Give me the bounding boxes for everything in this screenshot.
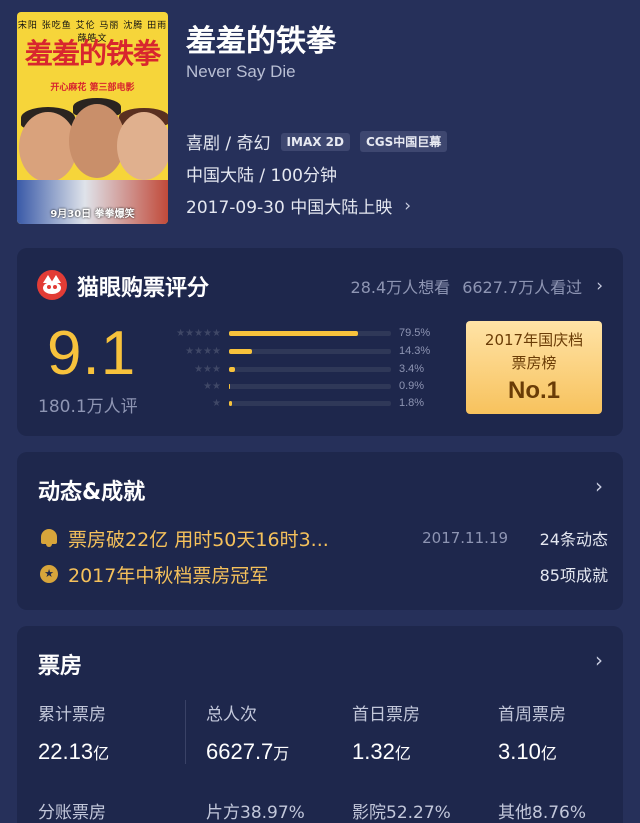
rating-card: 猫眼购票评分 28.4万人想看 6627.7万人看过 › 9.1 180.1万人… (17, 248, 623, 436)
movie-region-duration: 中国大陆 / 100分钟 (186, 161, 337, 186)
rating-distribution-row: ★★★ 3.4% (161, 362, 441, 376)
dynamics-card[interactable]: 动态&成就 › 票房破22亿 用时50天16时3... 2017.11.19 2… (17, 452, 623, 610)
revenue-split-row: 分账票房 片方38.97% 影院52.27% 其他8.76% (38, 798, 608, 823)
split-cinema: 影院52.27% (352, 803, 451, 823)
rating-distribution-row: ★★ 0.9% (161, 379, 441, 393)
movie-title: 羞羞的铁拳 (186, 24, 336, 59)
want-watched-link[interactable]: 28.4万人想看 6627.7万人看过 › (351, 274, 603, 298)
distribution-percent: 1.8% (399, 397, 425, 409)
distribution-percent: 0.9% (399, 380, 425, 392)
movie-english-title: Never Say Die (186, 62, 296, 81)
stat-value: 6627.7万 (206, 739, 290, 764)
badge-line-2: 票房榜 (511, 354, 557, 372)
rating-distribution-row: ★★★★ 14.3% (161, 344, 441, 358)
split-producer: 片方38.97% (206, 803, 305, 823)
release-date-link[interactable]: 2017-09-30 中国大陆上映 › (186, 193, 412, 219)
stat-total-box-office: 累计票房 22.13亿 (38, 700, 178, 765)
distribution-bar-fill (229, 383, 231, 389)
star-icons: ★★★★★ (176, 327, 221, 339)
rating-score: 9.1 (47, 319, 137, 388)
format-tag-imax: IMAX 2D (280, 132, 350, 151)
distribution-bar-fill (229, 400, 232, 406)
dynamics-item-text: 票房破22亿 用时50天16时3... (68, 528, 329, 551)
distribution-bar-fill (229, 330, 358, 336)
want-count: 28.4万人想看 (350, 278, 451, 297)
badge-rank: No.1 (507, 377, 560, 404)
maoyan-cat-icon (37, 270, 67, 300)
poster-subtitle: 开心麻花 第三部电影 (50, 83, 135, 93)
star-icons: ★★ (203, 380, 221, 392)
watched-count: 6627.7万人看过 (462, 278, 583, 297)
distribution-bar-fill (229, 348, 253, 354)
stat-label: 首日票房 (352, 705, 420, 725)
movie-genre-line: 喜剧 / 奇幻 IMAX 2D CGS中国巨幕 (186, 129, 448, 154)
dynamics-count: 24条动态 (539, 530, 608, 549)
distribution-percent: 3.4% (399, 363, 425, 375)
poster-release: 9月30日 拳拳爆笑 (50, 209, 135, 220)
distribution-percent: 14.3% (399, 345, 431, 357)
poster-face (117, 112, 168, 180)
stat-first-week: 首周票房 3.10亿 (498, 700, 638, 765)
dynamics-title: 动态&成就 (38, 480, 146, 505)
rating-title: 猫眼购票评分 (77, 276, 210, 301)
chevron-right-icon[interactable]: › (595, 474, 603, 498)
rating-count: 180.1万人评 (38, 397, 138, 417)
rating-distribution-row: ★ 1.8% (161, 396, 441, 410)
stat-value: 1.32亿 (352, 739, 411, 764)
bell-icon (38, 527, 60, 549)
medal-icon: ★ (38, 563, 60, 585)
chevron-right-icon: › (596, 276, 603, 296)
split-label: 分账票房 (38, 803, 106, 823)
achievement-text: 2017年中秋档票房冠军 (68, 564, 269, 587)
stat-label: 首周票房 (498, 705, 566, 725)
distribution-bar-track (229, 366, 391, 372)
box-office-card[interactable]: 票房 › 累计票房 22.13亿 总人次 6627.7万 首日票房 1.32亿 … (17, 626, 623, 823)
chevron-right-icon: › (404, 195, 412, 216)
star-icons: ★★★★ (185, 345, 221, 357)
stat-value: 3.10亿 (498, 739, 557, 764)
stat-total-admissions: 总人次 6627.7万 (206, 700, 346, 765)
distribution-percent: 79.5% (399, 327, 431, 339)
achievement-item[interactable]: ★ 2017年中秋档票房冠军 85项成就 (38, 561, 608, 587)
chevron-right-icon[interactable]: › (595, 648, 603, 672)
box-office-rank-badge[interactable]: 2017年国庆档 票房榜 No.1 (466, 321, 602, 414)
release-date-text: 2017-09-30 中国大陆上映 (186, 198, 393, 218)
poster-face (19, 112, 77, 182)
distribution-bar-fill (229, 366, 235, 372)
poster-title: 羞羞的铁拳 (24, 37, 161, 70)
split-other: 其他8.76% (498, 803, 587, 823)
divider (185, 700, 186, 764)
rating-distribution-row: ★★★★★ 79.5% (161, 326, 441, 340)
dynamics-item-date: 2017.11.19 (422, 529, 508, 547)
distribution-bar-track (229, 383, 391, 389)
achievement-count: 85项成就 (539, 566, 608, 585)
distribution-bar-track (229, 348, 391, 354)
star-icons: ★★★ (194, 363, 221, 375)
dynamics-item[interactable]: 票房破22亿 用时50天16时3... 2017.11.19 24条动态 (38, 525, 608, 551)
stat-label: 累计票房 (38, 705, 106, 725)
box-office-title: 票房 (38, 654, 83, 679)
movie-poster[interactable]: 宋阳 张吃鱼 艾伦 马丽 沈腾 田雨 薛皓文 羞羞的铁拳 开心麻花 第三部电影 … (17, 12, 168, 224)
stat-label: 总人次 (206, 705, 257, 725)
region-duration-text: 中国大陆 / 100分钟 (186, 166, 337, 186)
format-tag-cgs: CGS中国巨幕 (359, 131, 448, 152)
star-icons: ★ (212, 397, 221, 409)
distribution-bar-track (229, 330, 391, 336)
stat-first-day: 首日票房 1.32亿 (352, 700, 492, 765)
stat-value: 22.13亿 (38, 739, 110, 764)
badge-line-1: 2017年国庆档 (484, 331, 584, 349)
distribution-bar-track (229, 400, 391, 406)
movie-genre: 喜剧 / 奇幻 (186, 134, 271, 154)
